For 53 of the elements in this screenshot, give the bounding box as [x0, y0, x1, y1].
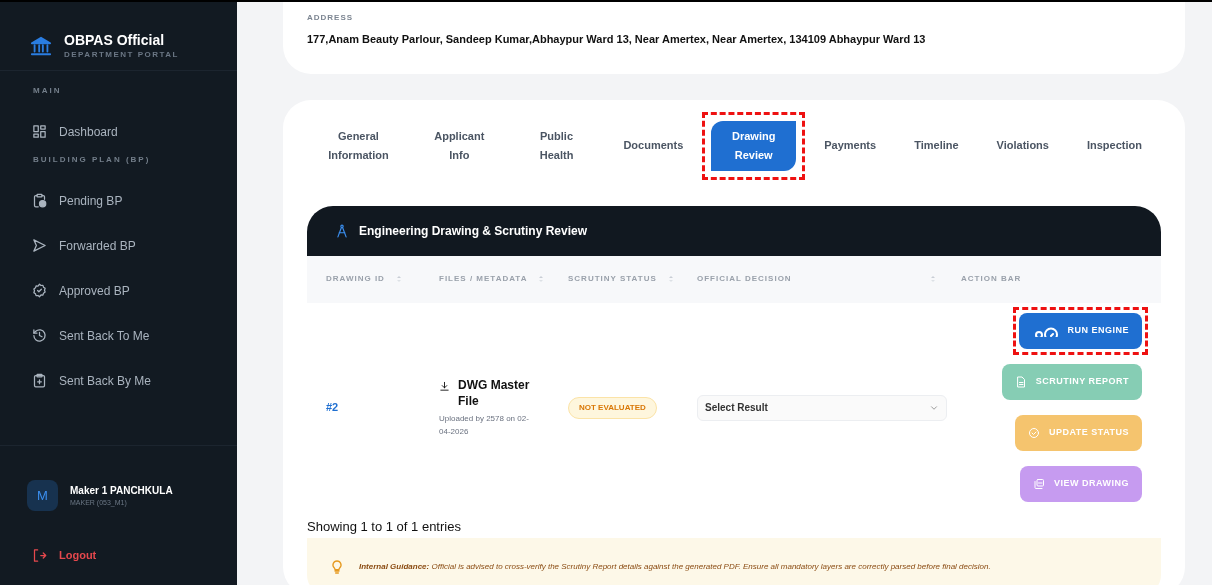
compass-icon	[335, 223, 349, 238]
nav-item[interactable]: Sent Back To Me	[20, 313, 217, 358]
lightbulb-icon	[329, 558, 345, 575]
dashboard-icon	[32, 124, 47, 139]
clipboard-plus-icon	[32, 373, 47, 388]
download-icon	[439, 381, 450, 392]
badge-check-icon	[32, 283, 47, 298]
tab[interactable]: General Information	[316, 120, 401, 171]
nav-item[interactable]: Dashboard	[20, 109, 217, 154]
nav-item[interactable]: Sent Back By Me	[20, 358, 217, 403]
column-header: SCRUTINY STATUS	[568, 273, 657, 285]
drawing-id-link[interactable]: #2	[326, 399, 339, 416]
tab[interactable]: Violations	[986, 130, 1059, 161]
logout-link[interactable]: Logout	[0, 535, 237, 575]
user-name: Maker 1 PANCHKULA	[70, 483, 173, 498]
tab[interactable]: Payments	[814, 130, 887, 161]
tab[interactable]: Applicant Info	[418, 120, 500, 171]
address-label: ADDRESS	[307, 12, 355, 24]
nav-item[interactable]: Approved BP	[20, 268, 217, 313]
select-placeholder: Select Result	[705, 401, 768, 415]
column-header: DRAWING ID	[326, 273, 385, 285]
status-badge: NOT EVALUATED	[568, 396, 657, 419]
document-icon	[1014, 376, 1027, 388]
send-icon	[32, 238, 47, 253]
tab[interactable]: Inspection	[1076, 130, 1152, 161]
guidance-text: Internal Guidance: Official is advised to cross-verify the Scrutiny Report details against the generated PDF. Ensure all mandatory layers are correctly parsed before final decision.	[359, 560, 991, 573]
file-name: DWG Master File	[458, 377, 531, 409]
entries-info: Showing 1 to 1 of 1 entries	[307, 517, 462, 536]
panel-title: Engineering Drawing & Scrutiny Review	[359, 222, 588, 240]
bank-icon	[30, 35, 52, 57]
avatar: M	[27, 480, 58, 511]
action-button[interactable]: RUN ENGINE	[1019, 313, 1142, 349]
check-circle-icon	[1028, 427, 1040, 439]
column-header: ACTION BAR	[961, 273, 1022, 285]
section-heading: MAIN	[32, 85, 63, 97]
tab[interactable]: Drawing Review	[711, 120, 797, 171]
nav-item[interactable]: Forwarded BP	[20, 223, 217, 268]
brand-subtitle: DEPARTMENT PORTAL	[64, 48, 179, 61]
file-meta: Uploaded by 2578 on 02-04-2026	[439, 413, 530, 438]
tab[interactable]: Documents	[613, 130, 694, 161]
decision-select[interactable]: Select Result	[697, 394, 947, 421]
logout-icon	[32, 547, 47, 563]
address-value: 177,Anam Beauty Parlour, Sandeep Kumar,Abhaypur Ward 13, Near Amertex, Near Amertex, 134109 Abhaypur Ward 13	[307, 32, 927, 47]
column-header: FILES / METADATA	[439, 273, 528, 285]
nav-item[interactable]: Pending BP	[20, 178, 217, 223]
layers-icon	[1033, 478, 1045, 490]
tab[interactable]: Timeline	[904, 130, 969, 161]
tab[interactable]: Public Health	[517, 120, 596, 171]
section-heading: BUILDING PLAN (BP)	[32, 154, 152, 166]
brand-title: OBPAS Official	[64, 31, 166, 49]
column-header: OFFICIAL DECISION	[697, 273, 792, 285]
history-icon	[32, 328, 47, 343]
clipboard-clock-icon	[32, 193, 47, 208]
